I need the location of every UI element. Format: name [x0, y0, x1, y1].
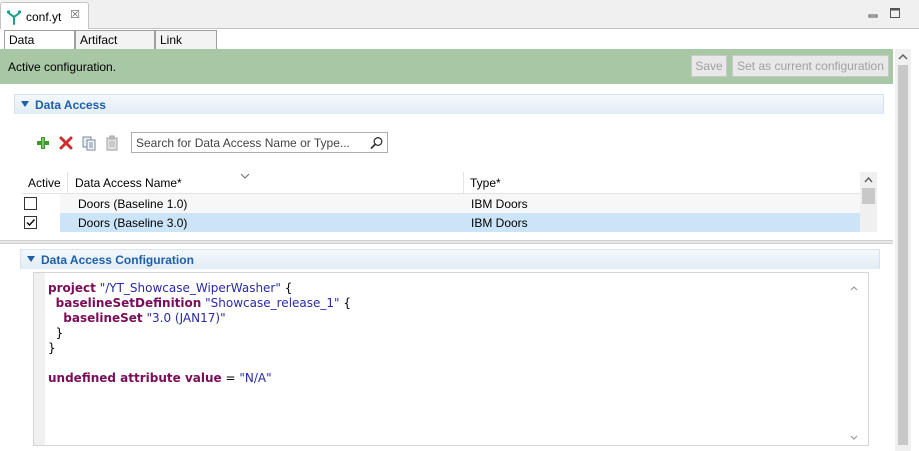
sash-divider[interactable] — [0, 240, 893, 244]
code-line: } — [48, 341, 351, 356]
editor-tab-conf[interactable]: conf.yt ☒ — [0, 2, 89, 29]
cell-name: Doors (Baseline 3.0) — [78, 216, 188, 230]
column-header-name[interactable]: Data Access Name* — [75, 176, 182, 190]
punctuation: } — [48, 341, 56, 355]
string-literal: "N/A" — [239, 371, 272, 385]
yt-file-icon — [6, 9, 22, 25]
tab-data-access[interactable]: Data Access — [4, 30, 75, 61]
operator: = — [221, 371, 240, 385]
page-tabs: Data Access Artifact Types Link Types — [0, 29, 919, 61]
editor-scrollbar[interactable] — [847, 282, 861, 445]
section-title: Data Access Configuration — [41, 253, 194, 267]
active-checkbox-checked[interactable] — [24, 216, 37, 229]
page-scrollbar[interactable] — [895, 49, 911, 451]
keyword: project — [48, 281, 96, 295]
expand-caret-icon[interactable] — [27, 256, 35, 262]
code-line: baselineSet "3.0 (JAN17)" — [48, 311, 351, 326]
save-button[interactable]: Save — [691, 55, 727, 77]
section-title: Data Access — [35, 98, 106, 112]
code-text[interactable]: project "/YT_Showcase_WiperWasher" { bas… — [48, 281, 351, 386]
table-row[interactable]: Doors (Baseline 1.0) IBM Doors — [22, 194, 860, 213]
cell-type: IBM Doors — [471, 216, 528, 230]
minimize-icon[interactable] — [867, 7, 879, 19]
scrollbar-thumb[interactable] — [862, 188, 875, 204]
set-current-configuration-button[interactable]: Set as current configuration — [732, 55, 889, 77]
checkmark-icon — [26, 218, 36, 227]
scrollbar-thumb[interactable] — [898, 65, 908, 445]
search-input[interactable] — [136, 135, 364, 150]
code-editor[interactable]: project "/YT_Showcase_WiperWasher" { bas… — [33, 272, 869, 446]
editor-ruler — [34, 273, 45, 445]
search-field[interactable] — [131, 132, 388, 153]
string-literal: "3.0 (JAN17)" — [146, 311, 226, 325]
table-header: Active Data Access Name* Type* — [22, 172, 860, 194]
status-message: Active configuration. — [8, 60, 117, 74]
close-icon[interactable]: ☒ — [69, 9, 81, 21]
cell-name: Doors (Baseline 1.0) — [78, 197, 188, 211]
keyword: undefined attribute value — [48, 371, 222, 385]
column-separator[interactable] — [67, 172, 68, 194]
code-line: project "/YT_Showcase_WiperWasher" { — [48, 281, 351, 296]
active-checkbox[interactable] — [24, 197, 37, 210]
data-access-section-header[interactable]: Data Access — [14, 94, 884, 114]
column-header-active[interactable]: Active — [28, 176, 61, 190]
expand-caret-icon[interactable] — [21, 101, 29, 107]
search-icon[interactable] — [370, 136, 384, 150]
config-section-header[interactable]: Data Access Configuration — [20, 249, 880, 269]
punctuation: { — [339, 296, 352, 310]
keyword: baselineSetDefinition — [55, 296, 202, 310]
add-icon[interactable] — [35, 135, 51, 151]
editor-tab-label: conf.yt — [26, 10, 62, 24]
punctuation: } — [55, 326, 64, 340]
punctuation: { — [280, 281, 293, 295]
column-separator[interactable] — [463, 172, 464, 194]
column-header-type[interactable]: Type* — [470, 176, 501, 190]
tab-link-types[interactable]: Link Types — [155, 30, 217, 61]
editor-tab-bar: conf.yt ☒ — [0, 0, 919, 29]
status-bar: Active configuration. Save Set as curren… — [0, 49, 893, 84]
code-line: } — [48, 326, 351, 341]
string-literal: "Showcase_release_1" — [205, 296, 340, 310]
code-line: undefined attribute value = "N/A" — [48, 371, 351, 386]
delete-icon[interactable] — [58, 135, 74, 151]
string-literal: "/YT_Showcase_WiperWasher" — [99, 281, 281, 295]
scroll-down-icon[interactable] — [847, 432, 861, 444]
table-scrollbar[interactable] — [860, 172, 877, 232]
maximize-icon[interactable] — [889, 7, 901, 19]
table-row-selected[interactable]: Doors (Baseline 3.0) IBM Doors — [22, 213, 860, 232]
scroll-up-icon[interactable] — [860, 172, 877, 188]
keyword: baselineSet — [63, 311, 143, 325]
cell-type: IBM Doors — [471, 197, 528, 211]
code-line: baselineSetDefinition "Showcase_release_… — [48, 296, 351, 311]
scroll-up-icon[interactable] — [895, 49, 911, 65]
copy-icon[interactable] — [81, 135, 97, 151]
scroll-up-icon[interactable] — [847, 282, 861, 294]
tab-artifact-types[interactable]: Artifact Types — [75, 30, 155, 61]
paste-icon[interactable] — [104, 135, 120, 151]
